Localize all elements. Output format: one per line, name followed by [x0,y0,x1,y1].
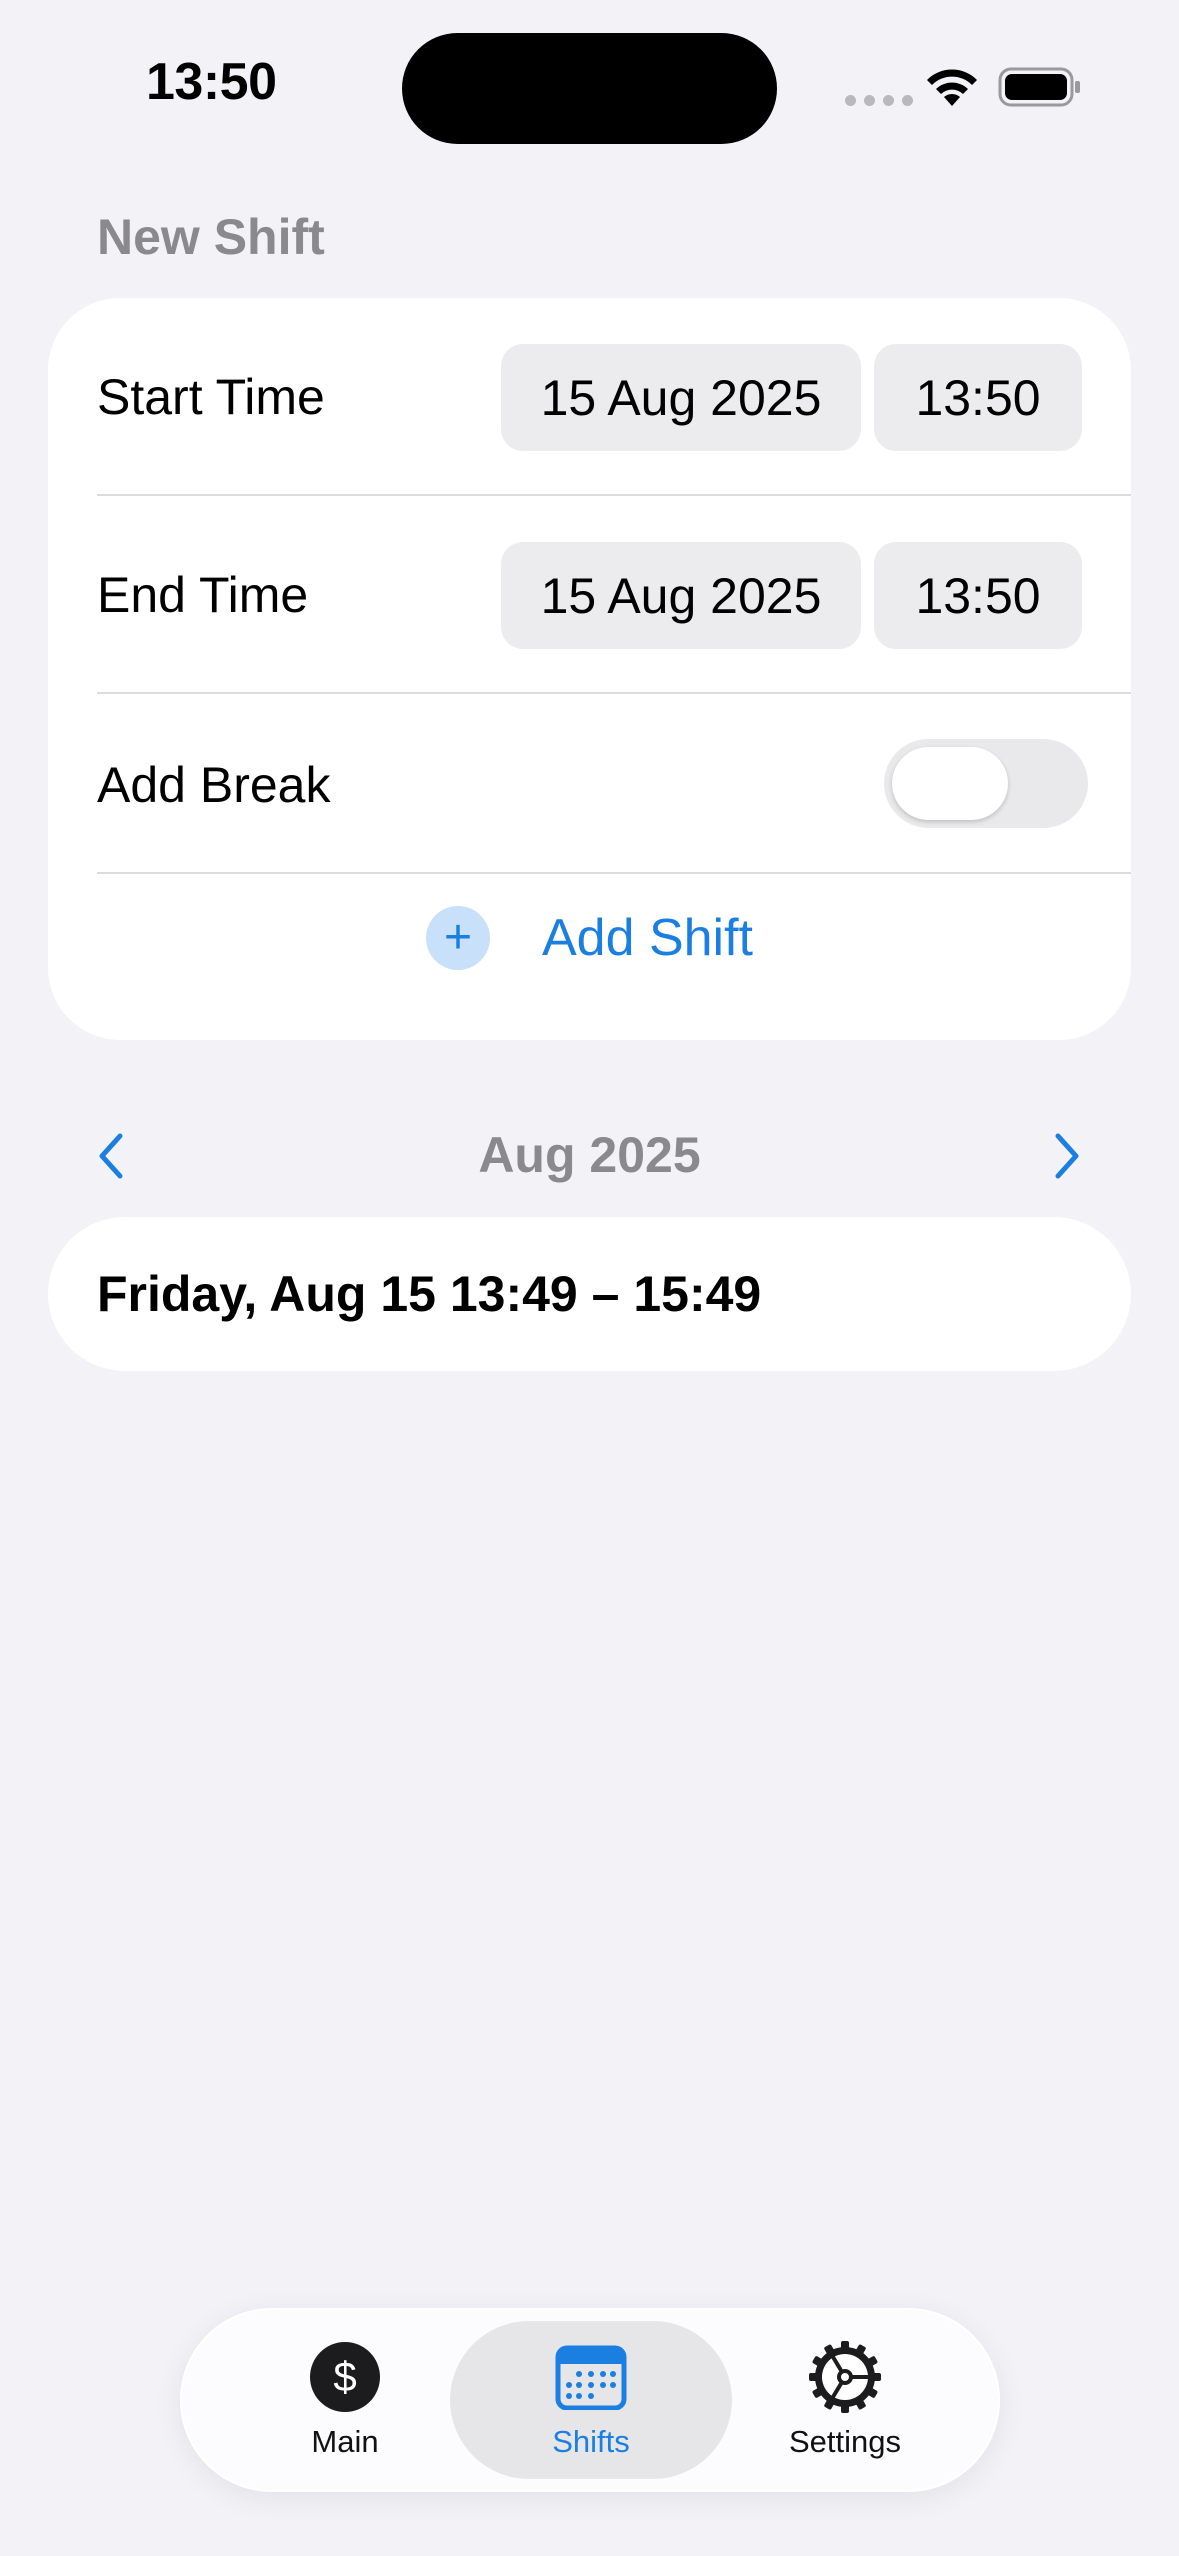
add-break-toggle[interactable] [884,739,1088,828]
svg-text:$: $ [333,2353,356,2400]
tab-shifts-label: Shifts [552,2424,630,2459]
battery-icon [998,67,1080,107]
gear-icon [808,2340,882,2414]
month-title: Aug 2025 [478,1127,701,1183]
divider [97,692,1131,694]
end-time-picker[interactable]: 13:50 [874,542,1082,649]
calendar-icon [554,2340,628,2414]
toggle-knob [892,747,1008,820]
tab-settings-label: Settings [788,2424,901,2459]
cellular-signal-icon [845,95,913,106]
add-shift-button[interactable]: + Add Shift [48,878,1131,998]
start-date-picker[interactable]: 15 Aug 2025 [501,344,861,451]
tab-main-label: Main [311,2424,379,2459]
start-time-picker[interactable]: 13:50 [874,344,1082,451]
tab-settings[interactable]: Settings [740,2308,950,2492]
dynamic-island [402,33,777,144]
end-time-label: End Time [97,567,309,623]
add-shift-label: Add Shift [541,909,754,967]
plus-icon: + [425,906,490,970]
new-shift-form: Start Time 15 Aug 2025 13:50 End Time 15… [48,298,1131,1040]
status-bar-time: 13:50 [146,53,277,111]
tab-shifts[interactable]: Shifts [480,2308,702,2492]
tab-main[interactable]: $ Main [240,2308,450,2492]
end-date-picker[interactable]: 15 Aug 2025 [501,542,861,649]
wifi-icon [927,69,977,106]
add-break-label: Add Break [97,757,331,813]
section-title-new-shift: New Shift [97,209,325,265]
shift-list-item[interactable]: Friday, Aug 15 13:49 – 15:49 [48,1217,1131,1371]
chevron-right-icon[interactable] [1042,1128,1090,1184]
shift-list-item-text: Friday, Aug 15 13:49 – 15:49 [97,1266,762,1322]
tab-bar: $ Main Shifts Settings [180,2308,1000,2492]
dollar-icon: $ [308,2340,382,2414]
start-time-label: Start Time [97,369,325,425]
divider [97,872,1131,874]
divider [97,494,1131,496]
